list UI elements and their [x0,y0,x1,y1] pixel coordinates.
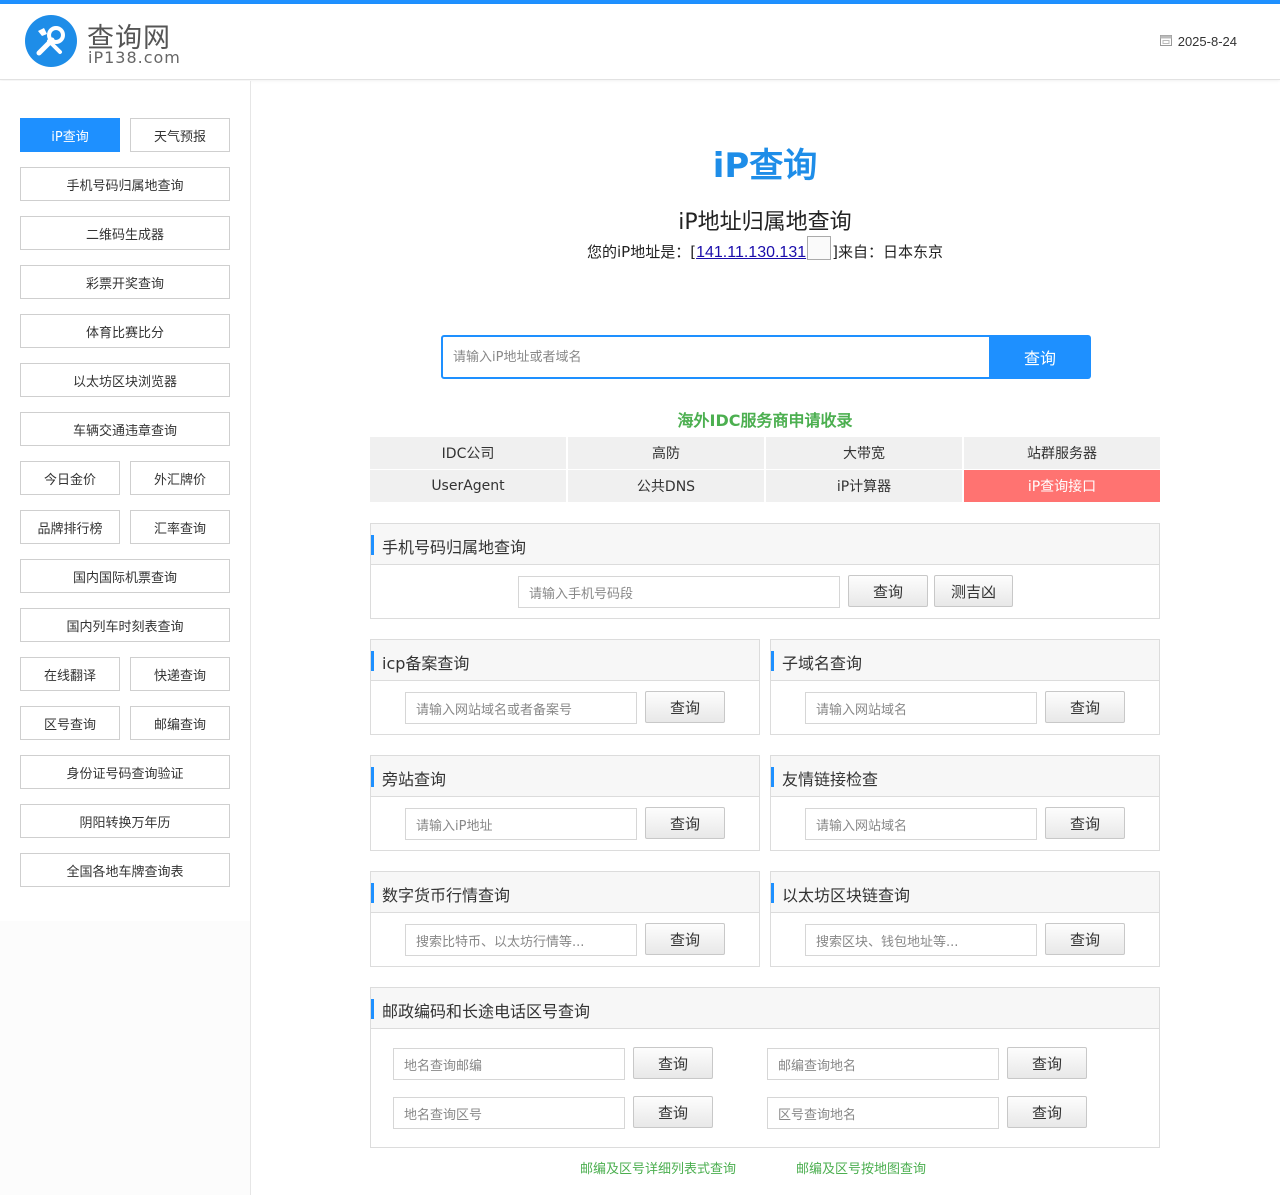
sidebar-item-forex[interactable]: 外汇牌价 [130,461,230,495]
sidebar-item-sports[interactable]: 体育比赛比分 [20,314,230,348]
phone-query-button[interactable]: 查询 [848,575,928,607]
quick-links: IDC公司 高防 大带宽 站群服务器 UserAgent 公共DNS iP计算器… [370,437,1160,503]
sidebar: iP查询 天气预报 手机号码归属地查询 二维码生成器 彩票开奖查询 体育比赛比分… [0,81,251,1195]
crypto-input[interactable]: 搜索比特币、以太坊行情等... [405,924,637,956]
sidebar-item-postcode[interactable]: 邮编查询 [130,706,230,740]
sidebar-item-brand[interactable]: 品牌排行榜 [20,510,120,544]
logo-en-text[interactable]: iP138.com [88,48,181,67]
panel-title: 子域名查询 [782,654,863,673]
eth-input[interactable]: 搜索区块、钱包地址等... [805,924,1037,956]
panel-title: 以太坊区块链查询 [782,886,911,905]
panel-title: 友情链接检查 [782,770,879,789]
quick-link-dns[interactable]: 公共DNS [568,470,764,502]
date-display: 2025-8-24 [1159,34,1237,49]
sidebar-item-train[interactable]: 国内列车时刻表查询 [20,608,230,642]
ip-address-link[interactable]: 141.11.130.131 [696,244,806,262]
panel-title: 邮政编码和长途电话区号查询 [382,1002,591,1021]
panel-title: 旁站查询 [382,770,447,789]
subdomain-query-button[interactable]: 查询 [1045,691,1125,723]
panel-title: 手机号码归属地查询 [382,538,527,557]
postal-areacode-to-place-button[interactable]: 查询 [1007,1096,1087,1128]
friendlink-query-button[interactable]: 查询 [1045,807,1125,839]
sidebar-item-translate[interactable]: 在线翻译 [20,657,120,691]
quick-link-ip-api[interactable]: iP查询接口 [964,470,1160,502]
sidebar-item-weather[interactable]: 天气预报 [130,118,230,152]
ip-prefix: 您的iP地址是：[ [587,243,697,261]
postal-list-link[interactable]: 邮编及区号详细列表式查询 [580,1158,736,1177]
sidebar-item-flight[interactable]: 国内国际机票查询 [20,559,230,593]
phone-panel: 手机号码归属地查询 请输入手机号码段 查询 测吉凶 [370,523,1160,619]
logo-icon[interactable] [25,15,77,67]
postal-map-link[interactable]: 邮编及区号按地图查询 [796,1158,926,1177]
sidebar-item-ethereum[interactable]: 以太坊区块浏览器 [20,363,230,397]
postal-place-to-zip-button[interactable]: 查询 [633,1047,713,1079]
sidebar-item-exchange[interactable]: 汇率查询 [130,510,230,544]
crypto-panel: 数字货币行情查询 搜索比特币、以太坊行情等... 查询 [370,871,760,967]
postal-place-to-areacode-input[interactable]: 地名查询区号 [393,1097,625,1129]
quick-link-bandwidth[interactable]: 大带宽 [766,437,962,469]
sidesite-input[interactable]: 请输入iP地址 [405,808,637,840]
sidebar-item-areacode[interactable]: 区号查询 [20,706,120,740]
subdomain-panel: 子域名查询 请输入网站域名 查询 [770,639,1160,735]
sidebar-item-qrcode[interactable]: 二维码生成器 [20,216,230,250]
friendlink-input[interactable]: 请输入网站域名 [805,808,1037,840]
calendar-icon [1159,34,1172,49]
sidebar-item-traffic[interactable]: 车辆交通违章查询 [20,412,230,446]
sidebar-item-idcard[interactable]: 身份证号码查询验证 [20,755,230,789]
ip-search-box: 查询 [441,335,1091,379]
ip-search-input[interactable] [443,337,989,377]
quick-link-cluster[interactable]: 站群服务器 [964,437,1160,469]
icp-panel: icp备案查询 请输入网站域名或者备案号 查询 [370,639,760,735]
idc-title-link[interactable]: 海外IDC服务商申请收录 [640,407,890,431]
ip-location: ]来自：日本东京 [832,243,943,261]
page-title: iP查询 [712,146,818,186]
icp-input[interactable]: 请输入网站域名或者备案号 [405,692,637,724]
sidebar-item-ip-query[interactable]: iP查询 [20,118,120,152]
eth-query-button[interactable]: 查询 [1045,923,1125,955]
sidebar-item-express[interactable]: 快递查询 [130,657,230,691]
icp-query-button[interactable]: 查询 [645,691,725,723]
subdomain-input[interactable]: 请输入网站域名 [805,692,1037,724]
date-text: 2025-8-24 [1177,34,1237,49]
ip-image-icon [807,236,832,260]
sidesite-query-button[interactable]: 查询 [645,807,725,839]
panel-title: icp备案查询 [382,654,470,673]
panel-title: 数字货币行情查询 [382,886,511,905]
sidebar-item-calendar[interactable]: 阴阳转换万年历 [20,804,230,838]
crypto-query-button[interactable]: 查询 [645,923,725,955]
phone-fortune-button[interactable]: 测吉凶 [934,575,1013,607]
phone-input[interactable]: 请输入手机号码段 [518,576,840,608]
quick-link-useragent[interactable]: UserAgent [370,470,566,502]
eth-panel: 以太坊区块链查询 搜索区块、钱包地址等... 查询 [770,871,1160,967]
postal-place-to-areacode-button[interactable]: 查询 [633,1096,713,1128]
site-header: 查询网 iP138.com 2025-8-24 [0,4,1280,80]
friendlink-panel: 友情链接检查 请输入网站域名 查询 [770,755,1160,851]
your-ip-line: 您的iP地址是：[ 141.11.130.131 ]来自：日本东京 [540,236,990,262]
sidebar-item-gold[interactable]: 今日金价 [20,461,120,495]
sidebar-item-lottery[interactable]: 彩票开奖查询 [20,265,230,299]
postal-zip-to-place-input[interactable]: 邮编查询地名 [767,1048,999,1080]
ip-search-button[interactable]: 查询 [989,335,1091,379]
page-subtitle: iP地址归属地查询 [678,210,852,235]
quick-link-ipcalc[interactable]: iP计算器 [766,470,962,502]
quick-link-idc[interactable]: IDC公司 [370,437,566,469]
postal-areacode-to-place-input[interactable]: 区号查询地名 [767,1097,999,1129]
sidebar-item-plates[interactable]: 全国各地车牌查询表 [20,853,230,887]
sidesite-panel: 旁站查询 请输入iP地址 查询 [370,755,760,851]
sidebar-item-phone[interactable]: 手机号码归属地查询 [20,167,230,201]
postal-zip-to-place-button[interactable]: 查询 [1007,1047,1087,1079]
postal-panel: 邮政编码和长途电话区号查询 地名查询邮编 查询 邮编查询地名 查询 地名查询区号… [370,987,1160,1148]
postal-place-to-zip-input[interactable]: 地名查询邮编 [393,1048,625,1080]
quick-link-ddos[interactable]: 高防 [568,437,764,469]
